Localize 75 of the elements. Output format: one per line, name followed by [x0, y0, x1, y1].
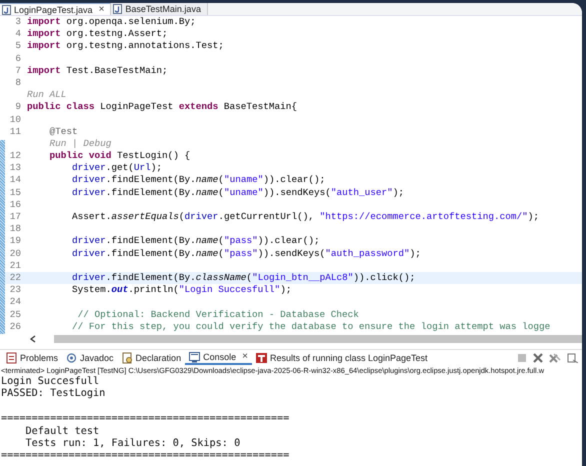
code-line: public void TestLogin() {: [48, 150, 190, 162]
code-line: driver.get(Url);: [71, 162, 162, 174]
line-number: 17: [8, 211, 22, 224]
code-line: System.out.println("Login Succesfull");: [71, 284, 292, 296]
remove-icon: [533, 352, 543, 362]
line-number: 16: [8, 198, 22, 211]
line-number: 10: [8, 114, 22, 126]
panel-tab[interactable]: Declaration: [118, 350, 186, 365]
tab-label: Results of running class LoginPageTest: [270, 352, 428, 362]
line-number: 13: [8, 162, 22, 174]
close-button[interactable]: ×: [242, 352, 248, 362]
line-number: 5: [14, 40, 22, 53]
editor-tab[interactable]: BaseTestMain.java: [111, 3, 208, 15]
line-number: 6: [14, 52, 22, 65]
code-line: public class LoginPageTest extends BaseTestMain{: [27, 101, 298, 114]
code-line: // For this step, you could verify the database to ensure the login attempt was logge: [71, 320, 550, 333]
code-line: driver.findElement(By.name("pass")).sendKeys("auth_password");: [71, 248, 421, 260]
code-line: Assert.assertEquals(driver.getCurrentUrl(), "https://ecommerce.artoftesting.com/");: [71, 211, 540, 224]
line-number: 4: [14, 28, 22, 40]
line-number: 24: [8, 296, 22, 308]
code-lens: Run | Debug: [48, 138, 112, 150]
close-button[interactable]: ×: [98, 4, 104, 14]
console-icon: [189, 350, 200, 362]
clear-console-icon: [567, 352, 578, 362]
code-lens: Run ALL: [27, 89, 66, 102]
console-line: Default test: [24, 426, 100, 438]
tab-label: BaseTestMain.java: [125, 4, 201, 14]
code-line: import org.testng.Assert;: [27, 28, 168, 40]
list-icon: [6, 352, 17, 364]
stop-icon: [517, 352, 527, 362]
line-number: 21: [8, 260, 22, 272]
console-line: PASSED: TestLogin: [1, 388, 106, 401]
tab-label: Javadoc: [80, 352, 114, 362]
line-number: 7: [14, 64, 22, 77]
console-line: Login Succesfull: [1, 376, 100, 388]
line-number: 18: [8, 223, 22, 236]
remove-all-icon: [549, 352, 561, 362]
line-number: 8: [14, 76, 22, 90]
code-line: import org.testng.annotations.Test;: [27, 40, 224, 53]
editor-tab[interactable]: LoginPageTest.java ×: [0, 3, 112, 15]
tab-label: Problems: [20, 352, 58, 362]
code-line: driver.findElement(By.name("uname")).sendKeys("auth_user");: [71, 186, 404, 199]
line-number: 12: [8, 150, 22, 162]
tab-label: Console: [203, 352, 236, 362]
line-number: 22: [8, 272, 22, 284]
line-number: 20: [8, 248, 22, 260]
line-number: 9: [14, 101, 22, 114]
code-line: driver.findElement(By.name("pass")).clear();: [71, 235, 320, 248]
tab-label: LoginPageTest.java: [14, 4, 93, 14]
console-line: ===============================================: [1, 412, 290, 426]
console-line: ===============================================: [1, 450, 290, 463]
test-results-icon: [256, 352, 267, 364]
code-line: import Test.BaseTestMain;: [27, 64, 168, 77]
tab-label: Declaration: [136, 352, 182, 362]
panel-tab[interactable]: Javadoc: [62, 350, 118, 365]
panel-tab[interactable]: Results of running class LoginPageTest: [252, 350, 432, 365]
line-number: 23: [8, 284, 22, 296]
code-line: // Optional: Backend Verification - Database Check: [76, 308, 359, 321]
scroll-left-icon: [30, 334, 36, 342]
scrollbar-thumb[interactable]: [54, 334, 582, 342]
code-line: driver.findElement(By.name("uname")).clear();: [71, 174, 326, 187]
code-line: @Test: [48, 126, 78, 138]
line-number: 14: [8, 174, 22, 187]
code-line: driver.findElement(By.className("Login_btn__pALc8")).click();: [71, 272, 416, 284]
code-line: import org.openqa.selenium.By;: [27, 16, 196, 28]
panel-tab[interactable]: Problems: [2, 350, 62, 365]
panel-tab[interactable]: Console ×: [185, 350, 252, 365]
line-number: 26: [8, 320, 22, 333]
console-line: Tests run: 1, Failures: 0, Skips: 0: [24, 438, 242, 450]
line-number: 11: [8, 126, 22, 138]
line-number: 19: [8, 235, 22, 248]
line-number: 15: [8, 186, 22, 199]
document-icon: [122, 352, 133, 364]
line-number: 3: [14, 16, 22, 28]
line-number: 25: [8, 308, 22, 321]
